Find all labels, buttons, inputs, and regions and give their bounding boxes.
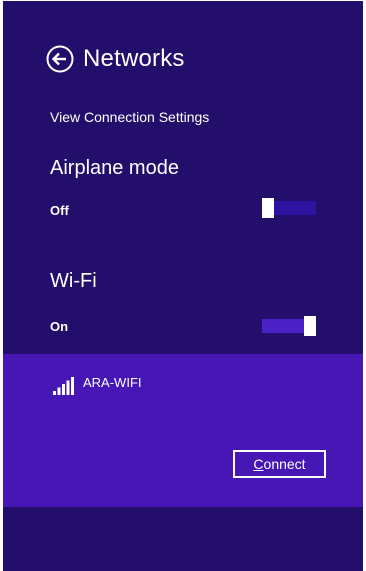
toggle-track-fill [262,319,304,333]
airplane-mode-toggle[interactable] [262,198,316,218]
wifi-toggle[interactable] [262,316,316,336]
network-row[interactable]: ARA-WIFI [53,373,142,395]
networks-pane: Networks View Connection Settings Airpla… [3,1,363,571]
connect-button[interactable]: Connect [233,450,326,478]
back-button[interactable] [45,44,75,74]
wifi-state: On [50,319,69,334]
page-title: Networks [83,45,185,72]
toggle-thumb [304,316,316,336]
airplane-mode-state: Off [50,203,69,218]
pane-header: Networks [45,41,185,77]
network-list-item-selected[interactable]: ARA-WIFI Connect [3,354,363,507]
wifi-signal-bars-icon [53,377,74,395]
airplane-mode-title: Airplane mode [50,157,179,179]
toggle-thumb [262,198,274,218]
wifi-title: Wi-Fi [50,270,97,292]
back-arrow-circle-icon [46,45,74,73]
network-name: ARA-WIFI [83,375,142,390]
view-connection-settings-link[interactable]: View Connection Settings [50,109,209,125]
